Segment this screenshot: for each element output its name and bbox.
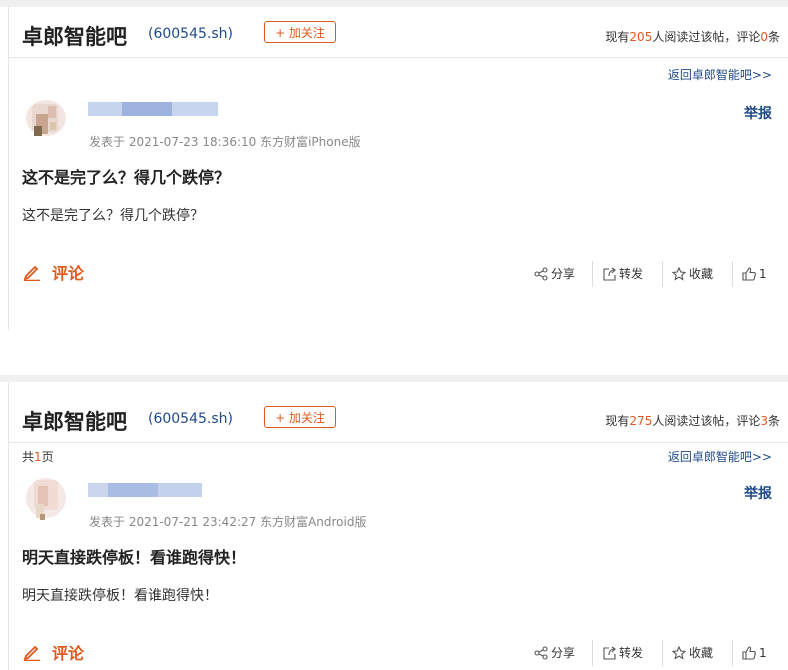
read-suffix: 条 [767,414,780,428]
stock-code[interactable]: (600545.sh) [148,411,233,427]
post-content: 明天直接跌停板！看谁跑得快！ [22,588,218,604]
action-divider [592,261,593,287]
comment-count: 3 [760,414,768,428]
thumbs-up-icon [742,267,756,281]
read-count: 205 [629,30,653,44]
forward-button[interactable]: 转发 [602,261,656,287]
share-icon [534,267,548,281]
read-stats: 现有275人阅读过该帖，评论3条 [605,412,780,429]
header-divider [8,442,788,443]
post-meta: 发表于 2021-07-21 23:42:27 东方财富Android版 [89,515,367,529]
post-meta: 发表于 2021-07-23 18:36:10 东方财富iPhone版 [89,135,361,149]
read-mid: 人阅读过该帖，评论 [652,30,761,44]
read-count: 275 [629,414,653,428]
share-icon [534,646,548,660]
avatar[interactable] [22,96,70,144]
comment-count: 0 [760,30,768,44]
like-button[interactable]: 1 [742,261,767,287]
follow-button[interactable]: + 加关注 [264,406,336,428]
avatar[interactable] [22,476,70,524]
action-divider [662,261,663,287]
report-link[interactable]: 举报 [744,103,772,123]
favorite-label: 收藏 [689,646,714,660]
pencil-icon [23,265,40,281]
page-count: 共1页 [22,448,54,465]
forward-label: 转发 [619,646,644,660]
comment-button[interactable]: 评论 [22,260,92,284]
like-count: 1 [759,646,767,660]
like-button[interactable]: 1 [742,640,767,666]
post-title: 这不是完了么？得几个跌停？ [22,168,231,187]
post-card-2: 卓郎智能吧 (600545.sh) + 加关注 现有275人阅读过该帖，评论3条… [0,382,788,670]
share-label: 分享 [551,267,576,281]
favorite-button[interactable]: 收藏 [672,640,726,666]
read-prefix: 现有 [605,30,630,44]
read-suffix: 条 [767,30,780,44]
share-label: 分享 [551,646,576,660]
share-button[interactable]: 分享 [534,640,584,666]
avatar-image [26,478,66,520]
page-prefix: 共 [22,450,35,464]
post-title: 明天直接跌停板！看谁跑得快！ [22,548,247,567]
forward-icon [603,646,616,660]
thumbs-up-icon [742,646,756,660]
post-actions: 分享 转发 收藏 1 [534,640,767,666]
pencil-icon [23,645,40,661]
post-card-1: 卓郎智能吧 (600545.sh) + 加关注 现有205人阅读过该帖，评论0条… [0,0,788,330]
like-count: 1 [759,267,767,281]
report-link[interactable]: 举报 [744,483,772,503]
page-number: 1 [34,450,42,464]
stock-code[interactable]: (600545.sh) [148,26,233,42]
comment-label: 评论 [52,644,85,663]
bar-name[interactable]: 卓郎智能吧 [22,21,127,51]
page-suffix: 页 [41,450,54,464]
avatar-image [26,100,66,136]
back-link[interactable]: 返回卓郎智能吧>> [668,66,772,83]
follow-button[interactable]: + 加关注 [264,21,336,43]
forward-label: 转发 [619,267,644,281]
comment-button[interactable]: 评论 [22,640,92,664]
action-divider [662,640,663,666]
post-actions: 分享 转发 收藏 1 [534,261,767,287]
read-mid: 人阅读过该帖，评论 [652,414,761,428]
post-separator [0,375,788,382]
action-divider [592,640,593,666]
top-divider [0,0,788,7]
header-divider [8,57,788,58]
back-link[interactable]: 返回卓郎智能吧>> [668,448,772,465]
favorite-button[interactable]: 收藏 [672,261,726,287]
post-header: 卓郎智能吧 (600545.sh) + 加关注 现有275人阅读过该帖，评论3条 [8,382,788,434]
post-header: 卓郎智能吧 (600545.sh) + 加关注 现有205人阅读过该帖，评论0条 [8,7,788,57]
star-icon [672,267,686,281]
forward-icon [603,267,616,281]
share-button[interactable]: 分享 [534,261,584,287]
action-divider [732,640,733,666]
favorite-label: 收藏 [689,267,714,281]
star-icon [672,646,686,660]
post-content: 这不是完了么？得几个跌停？ [22,208,204,224]
read-stats: 现有205人阅读过该帖，评论0条 [605,28,780,45]
action-divider [732,261,733,287]
forward-button[interactable]: 转发 [602,640,656,666]
read-prefix: 现有 [605,414,630,428]
bar-name[interactable]: 卓郎智能吧 [22,406,127,436]
comment-label: 评论 [52,264,85,283]
left-border [8,382,9,670]
